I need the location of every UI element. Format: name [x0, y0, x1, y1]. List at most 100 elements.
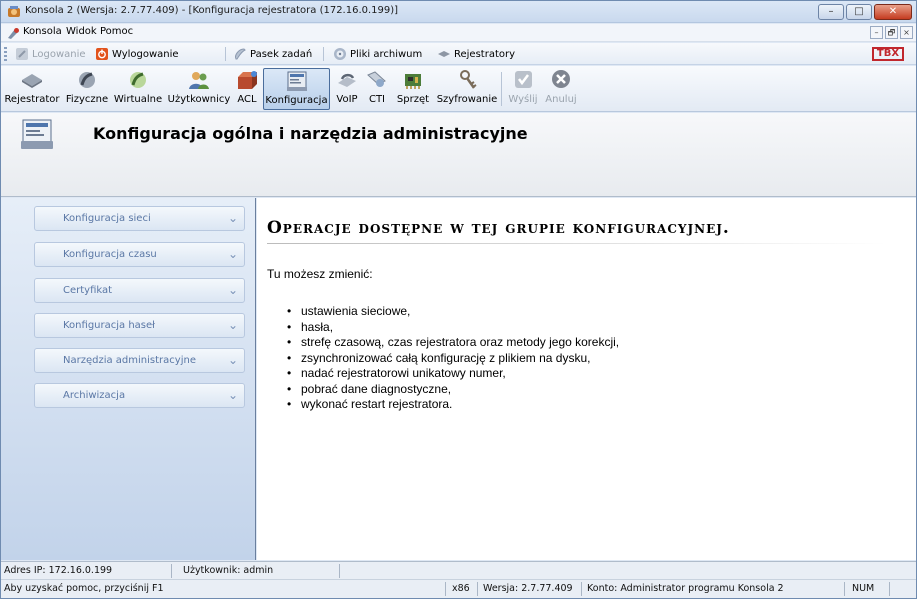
toolbar-recorder-button[interactable]: Rejestrator	[3, 68, 61, 110]
toolbar-send-button[interactable]: Wyślij	[505, 68, 541, 110]
sidebar-item-password-config[interactable]: Konfiguracja haseł ⌄	[34, 313, 245, 338]
toolbar-acl-button[interactable]: ACL	[233, 68, 261, 110]
sidebar-item-network-config[interactable]: Konfiguracja sieci ⌄	[34, 206, 245, 231]
recorders-icon	[438, 51, 450, 57]
login-link-label: Logowanie	[32, 48, 86, 60]
acl-icon	[238, 71, 257, 89]
mdi-minimize-button[interactable]: –	[870, 26, 883, 39]
toolbar-virtual-label: Wirtualne	[113, 94, 163, 105]
application-status-bar: Aby uzyskać pomoc, przyciśnij F1 x86 Wer…	[1, 579, 916, 598]
voip-icon	[338, 73, 356, 87]
cancel-icon	[552, 70, 570, 88]
toolbar-voip-button[interactable]: VoIP	[332, 68, 362, 110]
toolbar-physical-label: Fizyczne	[65, 94, 109, 105]
divider	[477, 582, 478, 596]
chevron-down-icon: ⌄	[227, 247, 238, 261]
menu-konsola[interactable]: Konsola	[23, 26, 62, 37]
divider	[844, 582, 845, 596]
content-panel: Operacje dostępne w tej grupie konfigura…	[257, 198, 916, 560]
configuration-header-icon	[21, 119, 53, 149]
account-status: Konto: Administrator programu Konsola 2	[587, 583, 784, 594]
divider	[225, 47, 226, 61]
vendor-logo: TBX	[872, 47, 904, 61]
mdi-restore-button[interactable]: 🗗	[885, 26, 898, 39]
sidebar-item-label: Certyfikat	[63, 285, 113, 296]
logout-link[interactable]: Wylogowanie	[95, 47, 179, 61]
cti-icon	[367, 71, 386, 87]
chevron-down-icon: ⌄	[227, 211, 238, 225]
close-button[interactable]: ✕	[874, 4, 912, 20]
toolbar-cti-label: CTI	[368, 94, 386, 105]
divider	[501, 72, 502, 106]
architecture-status: x86	[452, 583, 470, 594]
toolbar-cancel-label: Anuluj	[545, 94, 577, 105]
login-link[interactable]: Logowanie	[15, 47, 86, 61]
encryption-icon	[460, 70, 477, 89]
taskbar-icon	[235, 48, 246, 60]
menu-pomoc[interactable]: Pomoc	[100, 26, 133, 37]
toolbar-grip[interactable]	[4, 47, 7, 61]
toolbar-hardware-label: Sprzęt	[396, 94, 430, 105]
sidebar-item-certificate[interactable]: Certyfikat ⌄	[34, 278, 245, 303]
application-window: Konsola 2 (Wersja: 2.7.77.409) - [Konfig…	[0, 0, 917, 599]
toolbar-recorder-label: Rejestrator	[4, 94, 60, 105]
chevron-down-icon: ⌄	[227, 353, 238, 367]
toolbar-physical-button[interactable]: Fizyczne	[64, 68, 110, 110]
toolbar-cancel-button[interactable]: Anuluj	[543, 68, 579, 110]
recorder-icon	[22, 74, 42, 88]
toolbar-users-button[interactable]: Użytkownicy	[167, 68, 231, 110]
version-status: Wersja: 2.7.77.409	[483, 583, 573, 594]
document-icon[interactable]	[6, 26, 20, 40]
heading-divider	[267, 243, 887, 244]
sidebar-item-archiving[interactable]: Archiwizacja ⌄	[34, 383, 245, 408]
toolbar-voip-label: VoIP	[336, 94, 358, 105]
section-heading: Operacje dostępne w tej grupie konfigura…	[267, 218, 730, 238]
list-item: wykonać restart rejestratora.	[287, 397, 619, 413]
list-item: pobrać dane diagnostyczne,	[287, 382, 619, 398]
toolbar-configuration-label: Konfiguracja	[265, 95, 328, 106]
toolbar-encryption-button[interactable]: Szyfrowanie	[436, 68, 498, 110]
num-lock-indicator: NUM	[852, 583, 875, 594]
archive-files-link[interactable]: Pliki archiwum	[333, 47, 422, 61]
menu-widok[interactable]: Widok	[66, 26, 97, 37]
list-item: zsynchronizować całą konfigurację z plik…	[287, 351, 619, 367]
quick-links-bar: Logowanie Wylogowanie Pasek zadań Pliki …	[1, 43, 916, 65]
archive-files-icon	[334, 48, 346, 60]
divider	[581, 582, 582, 596]
configuration-icon	[286, 71, 307, 91]
virtual-channels-icon	[130, 72, 146, 88]
logout-link-label: Wylogowanie	[112, 48, 179, 60]
toolbar-encryption-label: Szyfrowanie	[436, 94, 498, 105]
hardware-icon	[405, 74, 421, 89]
operations-list: ustawienia sieciowe, hasła, strefę czaso…	[287, 304, 619, 413]
chevron-down-icon: ⌄	[227, 283, 238, 297]
toolbar-hardware-button[interactable]: Sprzęt	[392, 68, 434, 110]
app-icon	[8, 6, 20, 17]
sidebar-item-label: Konfiguracja czasu	[63, 249, 157, 260]
recorders-link[interactable]: Rejestratory	[437, 47, 515, 61]
chevron-down-icon: ⌄	[227, 318, 238, 332]
user-status: Użytkownik: admin	[183, 565, 274, 576]
sidebar-item-label: Konfiguracja sieci	[63, 213, 151, 224]
sidebar-item-time-config[interactable]: Konfiguracja czasu ⌄	[34, 242, 245, 267]
toolbar-configuration-button[interactable]: Konfiguracja	[263, 68, 330, 110]
divider	[889, 582, 890, 596]
mdi-close-button[interactable]: ×	[900, 26, 913, 39]
toolbar-acl-label: ACL	[237, 94, 257, 105]
minimize-button[interactable]: –	[818, 4, 844, 20]
divider	[323, 47, 324, 61]
divider	[445, 582, 446, 596]
window-title: Konsola 2 (Wersja: 2.7.77.409) - [Konfig…	[25, 5, 399, 16]
list-item: strefę czasową, czas rejestratora oraz m…	[287, 335, 619, 351]
taskbar-link-label: Pasek zadań	[250, 48, 313, 60]
send-icon	[515, 71, 532, 88]
taskbar-link[interactable]: Pasek zadań	[233, 47, 312, 61]
menu-bar: Konsola Widok Pomoc – 🗗 ×	[1, 24, 916, 42]
sidebar-item-admin-tools[interactable]: Narzędzia administracyjne ⌄	[34, 348, 245, 373]
maximize-button[interactable]: □	[846, 4, 872, 20]
toolbar-cti-button[interactable]: CTI	[364, 68, 390, 110]
toolbar-virtual-button[interactable]: Wirtualne	[112, 68, 164, 110]
sidebar: Konfiguracja sieci ⌄ Konfiguracja czasu …	[1, 198, 256, 560]
recorders-link-label: Rejestratory	[454, 48, 516, 60]
title-bar[interactable]: Konsola 2 (Wersja: 2.7.77.409) - [Konfig…	[1, 1, 916, 23]
